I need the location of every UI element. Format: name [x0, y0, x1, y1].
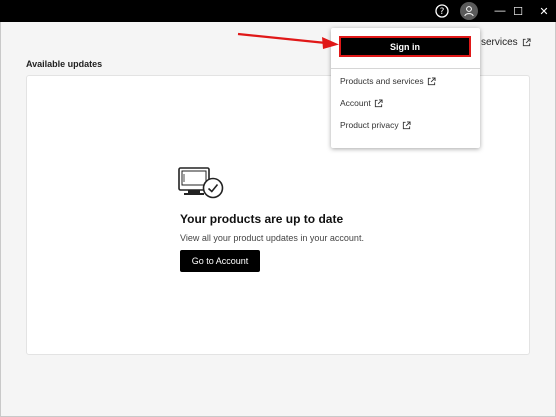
- help-icon[interactable]: ?: [434, 3, 450, 19]
- external-link-icon: [522, 38, 531, 47]
- menu-item-products-and-services[interactable]: Products and services: [340, 76, 436, 86]
- products-services-link[interactable]: services: [481, 37, 531, 48]
- annotation-arrow-icon: [237, 32, 339, 49]
- maximize-button[interactable]: ☐: [504, 3, 532, 19]
- menu-item-account[interactable]: Account: [340, 98, 383, 108]
- sign-in-button[interactable]: Sign in: [339, 36, 471, 57]
- menu-item-label: Product privacy: [340, 120, 399, 130]
- services-link-label: services: [481, 37, 518, 48]
- status-description: View all your product updates in your ac…: [180, 233, 364, 243]
- title-bar: ? — ☐ ✕: [0, 0, 556, 22]
- external-link-icon: [427, 76, 436, 85]
- svg-text:?: ?: [440, 7, 445, 17]
- menu-divider: [331, 68, 480, 69]
- status-title: Your products are up to date: [180, 212, 344, 226]
- menu-item-label: Account: [340, 98, 371, 108]
- external-link-icon: [402, 120, 411, 129]
- user-avatar-icon[interactable]: [460, 2, 478, 20]
- monitor-check-icon: [178, 167, 224, 199]
- external-link-icon: [374, 98, 383, 107]
- close-button[interactable]: ✕: [530, 3, 556, 19]
- menu-item-label: Products and services: [340, 76, 424, 86]
- go-to-account-button[interactable]: Go to Account: [180, 250, 260, 272]
- section-title: Available updates: [26, 59, 103, 69]
- account-dropdown-menu: Sign in Products and services Account Pr…: [331, 28, 480, 148]
- menu-item-product-privacy[interactable]: Product privacy: [340, 120, 411, 130]
